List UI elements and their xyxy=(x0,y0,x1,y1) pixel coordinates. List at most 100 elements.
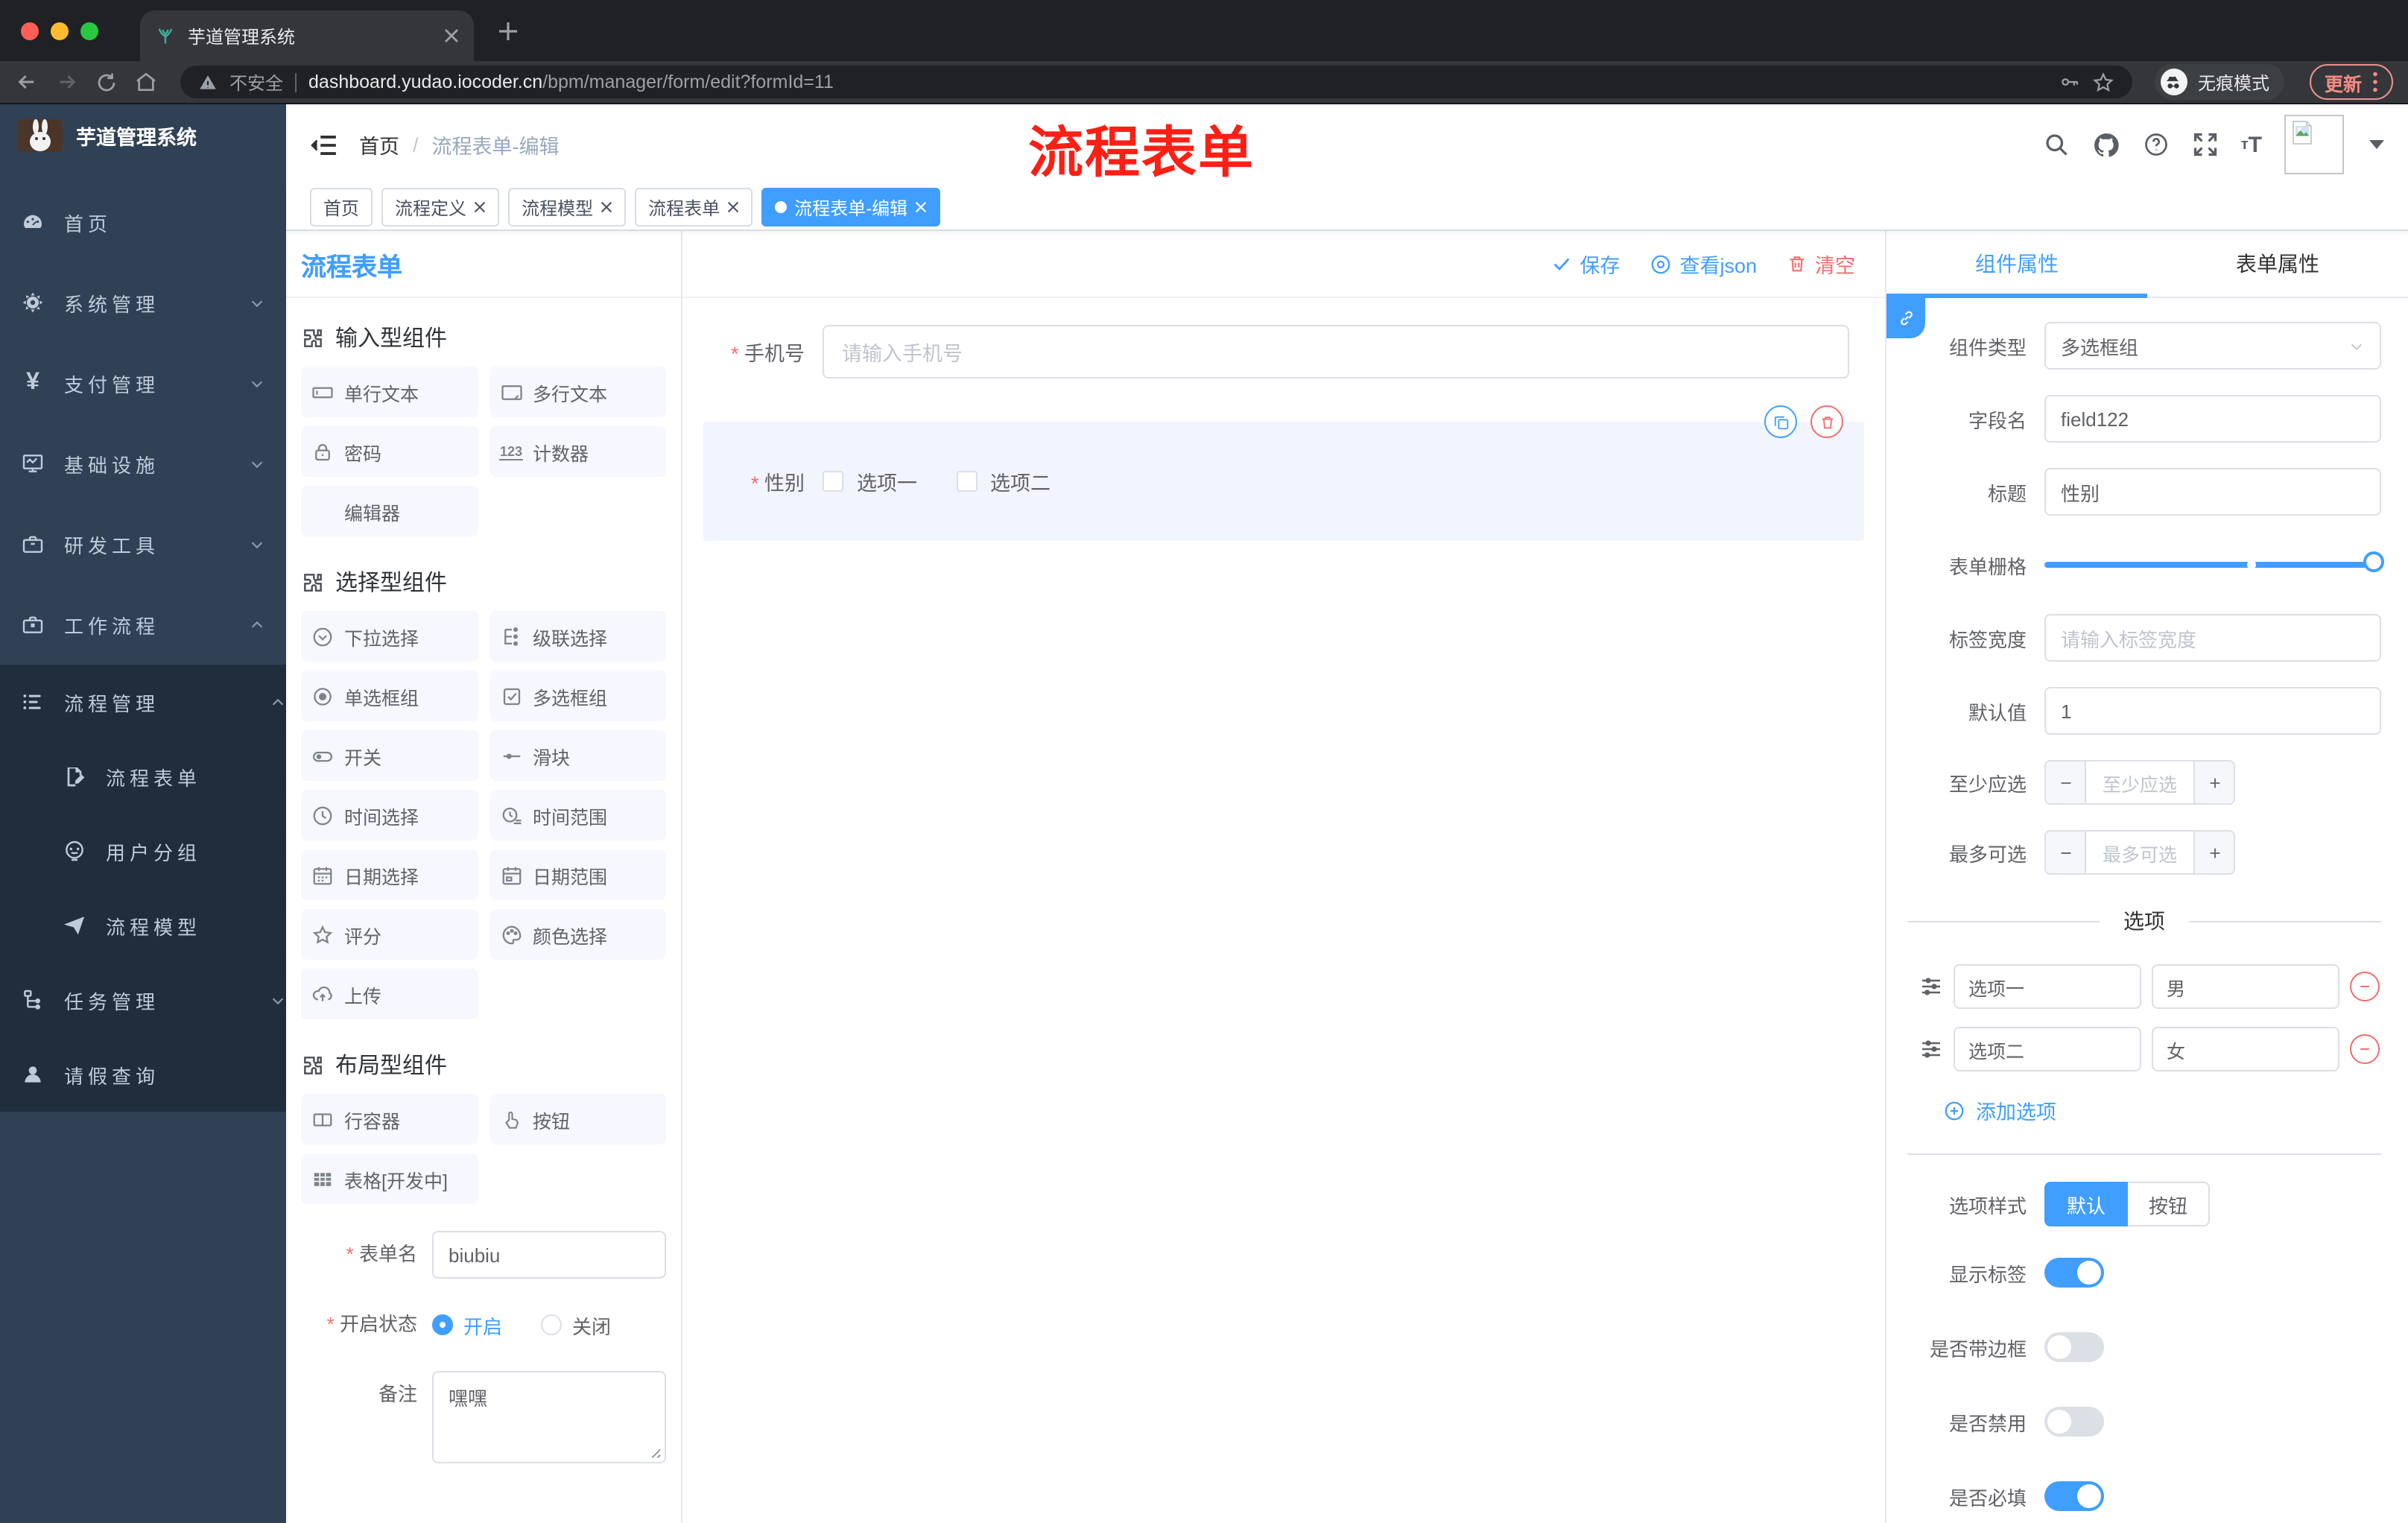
window-controls[interactable] xyxy=(0,22,119,39)
tag-close-icon[interactable] xyxy=(727,201,739,213)
option-label-input[interactable]: 选项一 xyxy=(1954,964,2141,1009)
fullscreen-icon[interactable] xyxy=(2192,131,2219,158)
disabled-toggle[interactable] xyxy=(2044,1407,2104,1437)
drag-handle-icon[interactable] xyxy=(1919,1037,1943,1061)
palette-item-editor[interactable]: 编辑器 xyxy=(301,486,478,536)
url-domain[interactable]: dashboard.yudao.iocoder.cn xyxy=(308,72,542,92)
palette-item-slider[interactable]: 滑块 xyxy=(489,730,666,781)
tag-process-model[interactable]: 流程模型 xyxy=(508,188,627,227)
gender-checkbox-option2[interactable]: 选项二 xyxy=(956,466,1051,496)
title-input[interactable]: 性别 xyxy=(2044,468,2381,516)
sidebar-item-user-groups[interactable]: 用户分组 xyxy=(0,814,286,888)
copy-widget-button[interactable] xyxy=(1764,405,1797,438)
key-icon[interactable] xyxy=(2059,72,2080,92)
sidebar-item-system[interactable]: 系统管理 xyxy=(0,262,286,343)
label-width-input[interactable]: 请输入标签宽度 xyxy=(2044,614,2381,662)
default-value-input[interactable]: 1 xyxy=(2044,687,2381,735)
min-select-input[interactable]: 至少应选 xyxy=(2086,762,2193,803)
palette-item-color-picker[interactable]: 颜色选择 xyxy=(489,909,666,960)
component-type-select[interactable]: 多选框组 xyxy=(2044,322,2381,370)
github-icon[interactable] xyxy=(2092,130,2120,159)
forward-icon[interactable] xyxy=(55,70,79,94)
palette-item-rate[interactable]: 评分 xyxy=(301,909,478,960)
home-icon[interactable] xyxy=(134,70,158,94)
tag-home[interactable]: 首页 xyxy=(310,188,373,227)
stepper-increase-icon[interactable] xyxy=(2193,832,2234,873)
remove-option-button[interactable] xyxy=(2350,972,2380,1001)
drag-handle-icon[interactable] xyxy=(1919,975,1943,998)
sidebar-item-task-mgmt[interactable]: 任务管理 xyxy=(0,963,286,1037)
tag-close-icon[interactable] xyxy=(601,201,612,213)
palette-item-button[interactable]: 按钮 xyxy=(489,1094,666,1144)
option-value-input[interactable]: 女 xyxy=(2152,1027,2339,1071)
stepper-decrease-icon[interactable] xyxy=(2046,832,2086,873)
browser-menu-dots-icon[interactable] xyxy=(2372,72,2378,92)
stepper-increase-icon[interactable] xyxy=(2193,762,2234,803)
palette-item-radio-group[interactable]: 单选框组 xyxy=(301,671,478,721)
required-toggle[interactable] xyxy=(2044,1481,2104,1511)
avatar[interactable] xyxy=(2284,115,2344,174)
status-radio-off[interactable]: 关闭 xyxy=(541,1311,611,1339)
form-name-input[interactable]: biubiu xyxy=(432,1231,666,1279)
not-secure-warning-icon[interactable] xyxy=(198,72,218,92)
back-icon[interactable] xyxy=(15,70,39,94)
field-name-input[interactable]: field122 xyxy=(2044,395,2381,443)
avatar-caret-icon[interactable] xyxy=(2369,140,2384,149)
bookmark-star-icon[interactable] xyxy=(2092,71,2114,93)
gender-checkbox-option1[interactable]: 选项一 xyxy=(823,466,917,496)
sidebar-item-home[interactable]: 首页 xyxy=(0,182,286,262)
slider-handle[interactable] xyxy=(2363,551,2384,572)
palette-item-multi-text[interactable]: 多行文本 xyxy=(489,367,666,417)
style-default-button[interactable]: 默认 xyxy=(2044,1182,2129,1226)
new-tab-button[interactable] xyxy=(498,20,519,41)
option-value-input[interactable]: 男 xyxy=(2152,964,2339,1009)
status-radio-on[interactable]: 开启 xyxy=(432,1311,502,1339)
palette-item-select[interactable]: 下拉选择 xyxy=(301,611,478,662)
selected-widget-gender[interactable]: 性别 选项一 选项二 xyxy=(703,405,1864,541)
palette-item-table[interactable]: 表格[开发中] xyxy=(301,1153,478,1204)
canvas-field-phone[interactable]: 手机号 请输入手机号 xyxy=(703,325,1849,379)
resize-handle-icon[interactable] xyxy=(648,1446,662,1459)
slider-track[interactable] xyxy=(2044,551,2384,572)
tag-process-definition[interactable]: 流程定义 xyxy=(381,188,500,227)
help-icon[interactable] xyxy=(2143,131,2170,158)
tab-close-icon[interactable] xyxy=(444,28,459,43)
tag-process-form-edit[interactable]: 流程表单-编辑 xyxy=(761,188,941,227)
minimize-window-button[interactable] xyxy=(51,22,69,39)
remark-textarea[interactable]: 嘿嘿 xyxy=(432,1371,666,1463)
search-icon[interactable] xyxy=(2043,131,2070,158)
save-button[interactable]: 保存 xyxy=(1551,249,1620,279)
tab-component-props[interactable]: 组件属性 xyxy=(1886,231,2147,297)
palette-item-counter[interactable]: 123 计数器 xyxy=(489,426,666,477)
sidebar-item-process-form[interactable]: 流程表单 xyxy=(0,739,286,814)
min-select-stepper[interactable]: 至少应选 xyxy=(2044,760,2235,805)
sidebar-item-process-mgmt[interactable]: 流程管理 xyxy=(0,665,286,739)
max-select-stepper[interactable]: 最多可选 xyxy=(2044,830,2235,875)
sidebar-item-devtools[interactable]: 研发工具 xyxy=(0,504,286,584)
maximize-window-button[interactable] xyxy=(80,22,98,39)
form-grid-slider[interactable] xyxy=(2044,541,2384,589)
tag-process-form[interactable]: 流程表单 xyxy=(635,188,753,227)
palette-item-switch[interactable]: 开关 xyxy=(301,730,478,781)
view-json-button[interactable]: 查看json xyxy=(1650,249,1757,279)
update-button[interactable]: 更新 xyxy=(2309,64,2393,100)
tab-form-props[interactable]: 表单属性 xyxy=(2147,231,2408,297)
sidebar-item-process-model[interactable]: 流程模型 xyxy=(0,888,286,963)
option-label-input[interactable]: 选项二 xyxy=(1954,1027,2141,1071)
palette-item-single-text[interactable]: 单行文本 xyxy=(301,367,478,417)
phone-input[interactable]: 请输入手机号 xyxy=(842,337,963,367)
sidebar-item-infra[interactable]: 基础设施 xyxy=(0,423,286,504)
url-path[interactable]: /bpm/manager/form/edit?formId=11 xyxy=(542,72,834,92)
palette-item-date-range[interactable]: 日期范围 xyxy=(489,849,666,900)
palette-item-date-picker[interactable]: 日期选择 xyxy=(301,849,478,900)
palette-item-checkbox-group[interactable]: 多选框组 xyxy=(489,671,666,721)
hamburger-fold-icon[interactable] xyxy=(310,130,338,159)
breadcrumb-home[interactable]: 首页 xyxy=(359,130,399,159)
url-bar[interactable]: 不安全 dashboard.yudao.iocoder.cn/bpm/manag… xyxy=(180,66,2132,98)
palette-item-time-picker[interactable]: 时间选择 xyxy=(301,790,478,840)
close-window-button[interactable] xyxy=(21,22,39,39)
add-option-button[interactable]: 添加选项 xyxy=(1943,1095,2381,1125)
tag-close-icon[interactable] xyxy=(915,201,927,213)
border-toggle[interactable] xyxy=(2044,1332,2104,1362)
remove-option-button[interactable] xyxy=(2350,1034,2380,1064)
